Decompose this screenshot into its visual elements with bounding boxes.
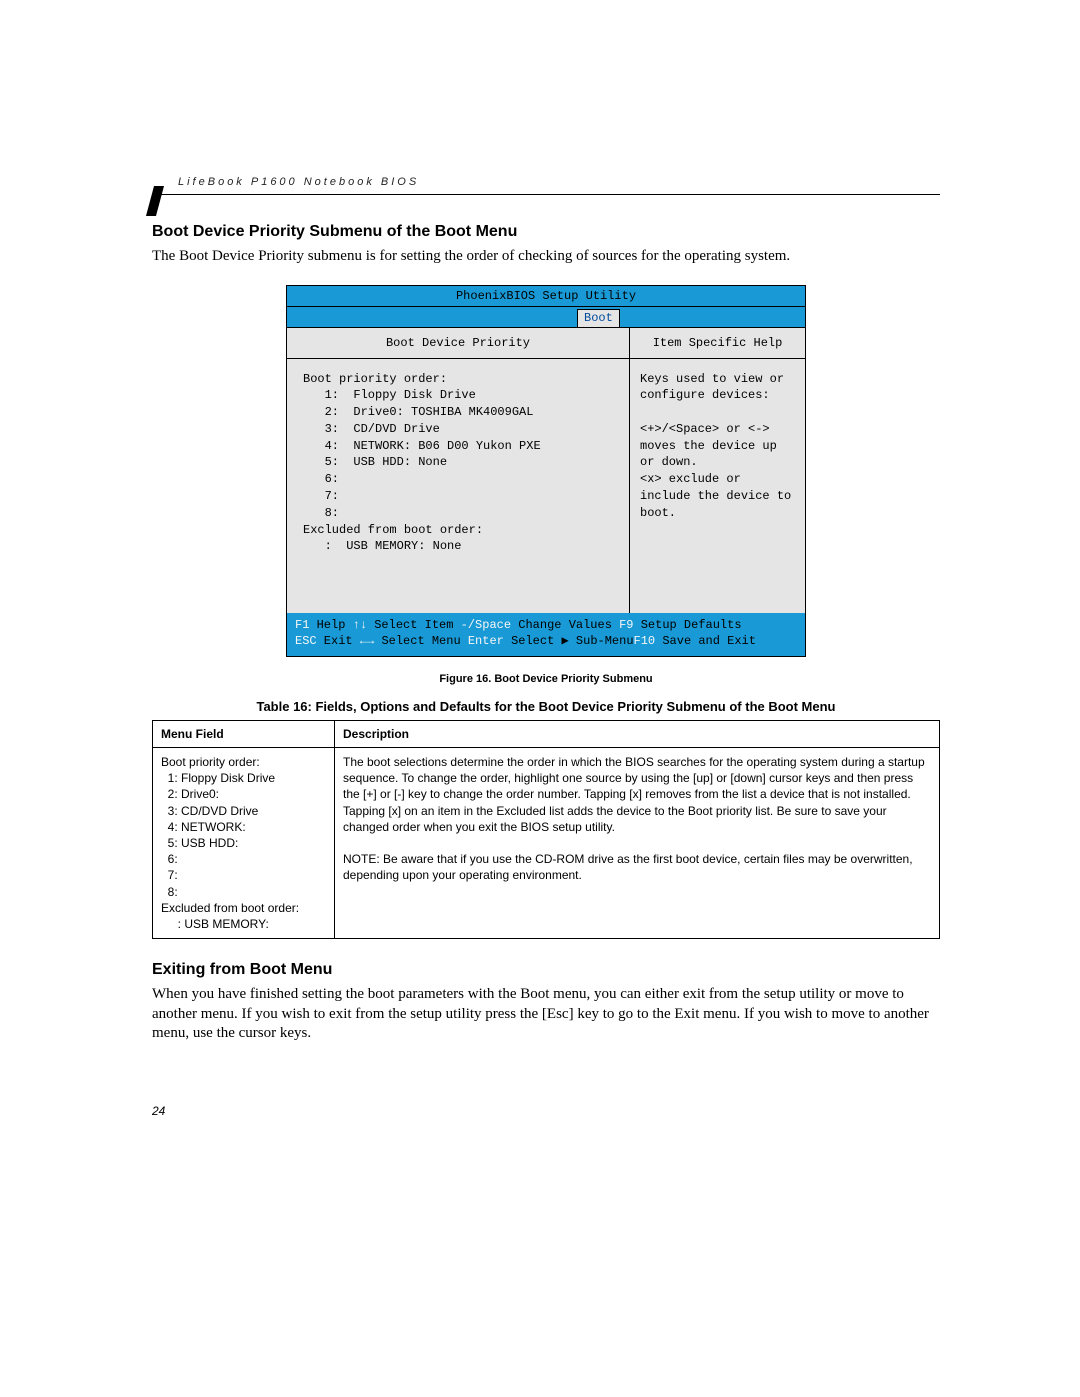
bios-priority-list[interactable]: Boot priority order: 1: Floppy Disk Driv… xyxy=(287,359,629,613)
table-caption: Table 16: Fields, Options and Defaults f… xyxy=(152,699,940,714)
bios-right-header: Item Specific Help xyxy=(630,328,805,359)
table-desc-p1: The boot selections determine the order … xyxy=(343,755,925,834)
bios-footer-keys: F1 Help ↑↓ Select Item -/Space Change Va… xyxy=(287,613,805,657)
bios-help-pane: Item Specific Help Keys used to view or … xyxy=(630,328,805,613)
table-cell-menu-field: Boot priority order: 1: Floppy Disk Driv… xyxy=(153,748,335,939)
table-header-menu-field: Menu Field xyxy=(153,721,335,748)
bios-left-header: Boot Device Priority xyxy=(287,328,629,359)
figure-caption: Figure 16. Boot Device Priority Submenu xyxy=(152,673,940,685)
table-header-description: Description xyxy=(335,721,940,748)
bios-title: PhoenixBIOS Setup Utility xyxy=(287,286,805,307)
section-heading-exiting: Exiting from Boot Menu xyxy=(152,961,940,979)
bios-tab-boot[interactable]: Boot xyxy=(577,309,620,327)
table-cell-description: The boot selections determine the order … xyxy=(335,748,940,939)
section1-paragraph: The Boot Device Priority submenu is for … xyxy=(152,247,940,267)
bios-left-pane: Boot Device Priority Boot priority order… xyxy=(287,328,630,613)
section-heading-boot-priority: Boot Device Priority Submenu of the Boot… xyxy=(152,223,940,241)
running-header-text: LifeBook P1600 Notebook BIOS xyxy=(178,176,419,188)
page-number: 24 xyxy=(152,1104,940,1118)
section2-paragraph: When you have finished setting the boot … xyxy=(152,985,940,1044)
fields-table: Menu Field Description Boot priority ord… xyxy=(152,720,940,939)
bios-screenshot: PhoenixBIOS Setup Utility Boot Boot Devi… xyxy=(286,285,806,658)
running-header: LifeBook P1600 Notebook BIOS xyxy=(152,172,940,195)
bios-help-text: Keys used to view or configure devices: … xyxy=(630,359,805,534)
table-desc-p2: NOTE: Be aware that if you use the CD-RO… xyxy=(343,852,913,882)
thumb-tab-icon xyxy=(146,186,164,216)
bios-tab-row: Boot xyxy=(287,307,805,328)
document-page: LifeBook P1600 Notebook BIOS Boot Device… xyxy=(0,0,1080,1238)
